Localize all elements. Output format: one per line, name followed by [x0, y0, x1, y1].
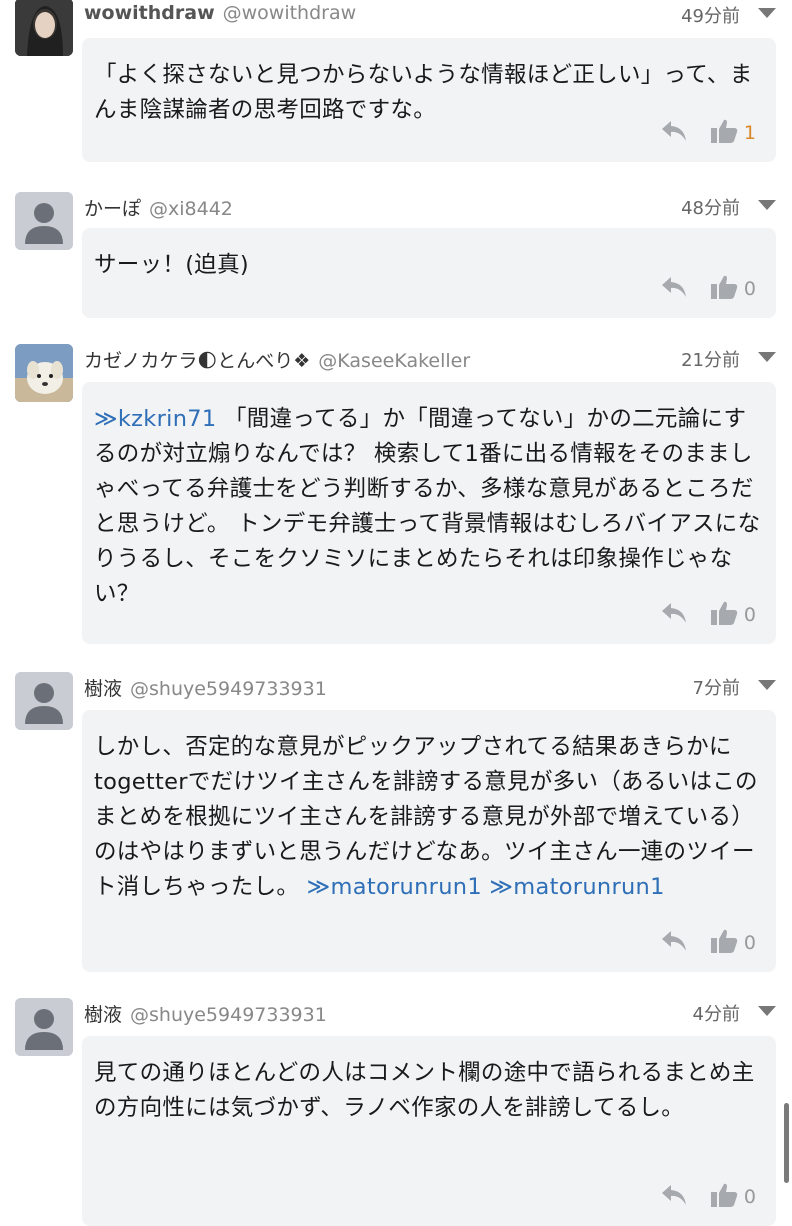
thumbs-up-icon[interactable]	[710, 600, 738, 630]
user-icon	[15, 672, 73, 730]
comment-text: ≫kzkrin71 「間違ってる」か「間違ってない」かの二元論にするのが対立煽り…	[94, 402, 762, 612]
comment-text-segment: 見ての通りほとんどの人はコメント欄の途中で語られるまとめ主の方向性には気づかず、…	[94, 1060, 755, 1121]
user-handle[interactable]: @wowithdraw	[223, 2, 357, 24]
user-icon	[15, 192, 73, 250]
chevron-down-icon[interactable]	[758, 1006, 776, 1016]
thumbs-up-icon[interactable]	[710, 928, 738, 958]
thumbs-up-icon[interactable]	[710, 274, 738, 304]
thumbs-up-icon[interactable]	[710, 118, 738, 148]
chevron-down-icon[interactable]	[758, 680, 776, 690]
comment-actions: 0	[660, 928, 756, 958]
like-count: 0	[743, 1186, 756, 1208]
user-avatar[interactable]	[15, 344, 73, 402]
timestamp: 21分前	[681, 350, 740, 371]
comment-actions: 0	[660, 274, 756, 304]
display-name[interactable]: 樹液	[84, 1004, 122, 1026]
comment-actions: 1	[660, 118, 756, 148]
comment-text: 見ての通りほとんどの人はコメント欄の途中で語られるまとめ主の方向性には気づかず、…	[94, 1056, 762, 1126]
user-avatar[interactable]	[15, 672, 73, 730]
scrollbar[interactable]	[784, 1103, 789, 1183]
timestamp: 4分前	[692, 1004, 740, 1025]
comment-actions: 0	[660, 600, 756, 630]
display-name[interactable]: カゼノカケラ🌓とんべり❖	[84, 350, 310, 372]
comment-text: しかし、否定的な意見がピックアップされてる結果あきらかにtogetterでだけツ…	[94, 730, 762, 905]
comment-text-segment: サーッ！(迫真)	[94, 252, 249, 278]
user-handle[interactable]: @shuye5949733931	[130, 678, 327, 700]
comment-text-segment: 「間違ってる」か「間違ってない」かの二元論にするのが対立煽りなんでは？ 検索して…	[94, 406, 761, 607]
timestamp: 49分前	[681, 6, 740, 27]
user-avatar[interactable]	[15, 0, 73, 56]
user-handle[interactable]: @shuye5949733931	[130, 1004, 327, 1026]
display-name[interactable]: かーぽ	[84, 198, 141, 220]
reply-icon[interactable]	[660, 119, 688, 147]
comment-text-segment: 「よく探さないと見つからないような情報ほど正しい」って、まんま陰謀論者の思考回路…	[94, 62, 753, 123]
reply-icon[interactable]	[660, 929, 688, 957]
user-icon	[15, 998, 73, 1056]
mention-link[interactable]: ≫matorunrun1	[307, 874, 482, 900]
like-count: 1	[743, 122, 756, 144]
comment-actions: 0	[660, 1182, 756, 1212]
reply-icon[interactable]	[660, 1183, 688, 1211]
chevron-down-icon[interactable]	[758, 8, 776, 18]
display-name[interactable]: wowithdraw	[84, 2, 215, 24]
comment-bubble: 「よく探さないと見つからないような情報ほど正しい」って、まんま陰謀論者の思考回路…	[82, 38, 776, 162]
mention-link[interactable]: ≫kzkrin71	[94, 406, 217, 432]
thumbs-up-icon[interactable]	[710, 1182, 738, 1212]
comment-bubble: ≫kzkrin71 「間違ってる」か「間違ってない」かの二元論にするのが対立煽り…	[82, 382, 776, 644]
reply-icon[interactable]	[660, 275, 688, 303]
comment-bubble: 見ての通りほとんどの人はコメント欄の途中で語られるまとめ主の方向性には気づかず、…	[82, 1036, 776, 1226]
user-handle[interactable]: @KaseeKakeller	[318, 350, 470, 372]
chevron-down-icon[interactable]	[758, 352, 776, 362]
user-avatar[interactable]	[15, 998, 73, 1056]
like-count: 0	[743, 932, 756, 954]
reply-icon[interactable]	[660, 601, 688, 629]
like-count: 0	[743, 278, 756, 300]
timestamp: 48分前	[681, 198, 740, 219]
chevron-down-icon[interactable]	[758, 200, 776, 210]
comment-bubble: サーッ！(迫真) 0	[82, 228, 776, 318]
mention-link[interactable]: ≫matorunrun1	[489, 874, 664, 900]
user-handle[interactable]: @xi8442	[149, 198, 233, 220]
comment-bubble: しかし、否定的な意見がピックアップされてる結果あきらかにtogetterでだけツ…	[82, 710, 776, 972]
display-name[interactable]: 樹液	[84, 678, 122, 700]
timestamp: 7分前	[692, 678, 740, 699]
user-avatar[interactable]	[15, 192, 73, 250]
like-count: 0	[743, 604, 756, 626]
